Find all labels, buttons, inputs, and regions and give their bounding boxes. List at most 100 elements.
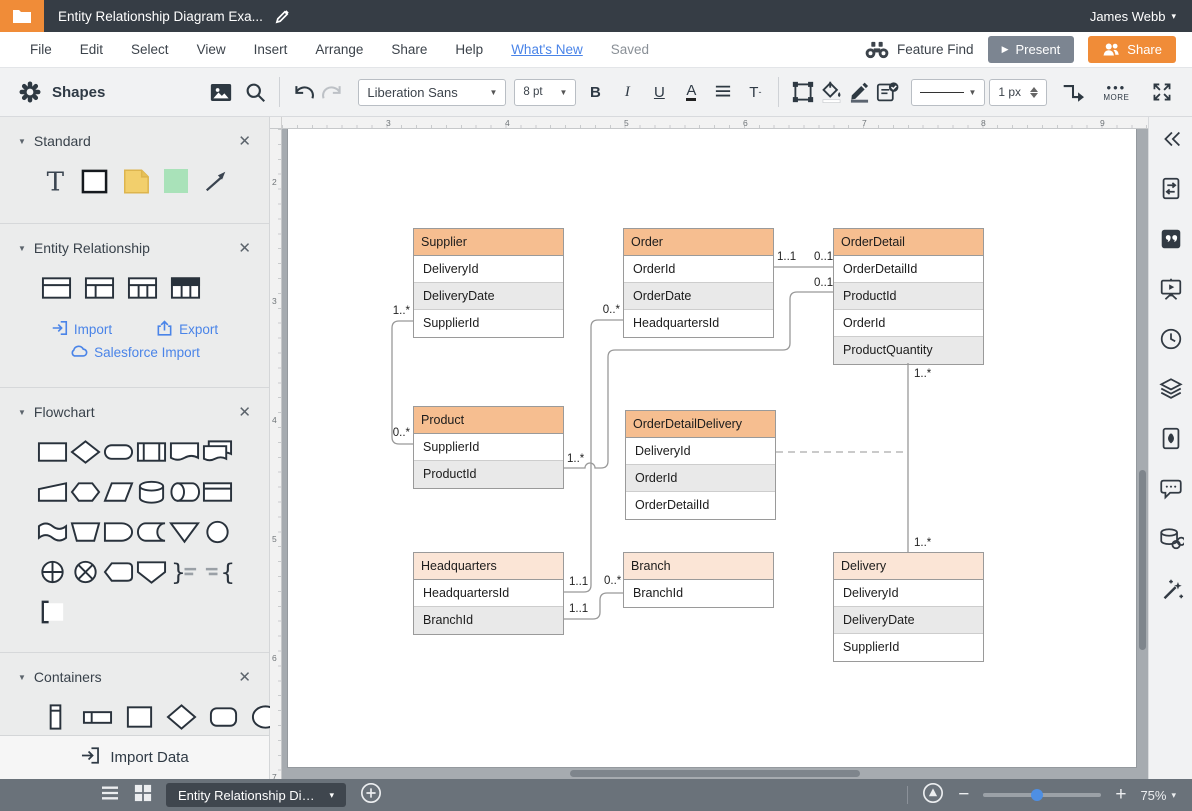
canvas[interactable]: SupplierDeliveryIdDeliveryDateSupplierId… xyxy=(282,129,1148,779)
comments-icon[interactable] xyxy=(1157,475,1185,503)
edit-title-button[interactable] xyxy=(275,9,290,24)
italic-button[interactable]: I xyxy=(614,79,640,105)
entity-order[interactable]: OrderOrderIdOrderDateHeadquartersId xyxy=(623,228,774,338)
entity-row[interactable]: OrderId xyxy=(834,310,983,337)
shape-document[interactable] xyxy=(169,438,201,466)
entity-supplier[interactable]: SupplierDeliveryIdDeliveryDateSupplierId xyxy=(413,228,564,338)
entity-product[interactable]: ProductSupplierIdProductId xyxy=(413,406,564,489)
menu-help[interactable]: Help xyxy=(441,42,497,57)
collapse-triangle-icon[interactable]: ▼ xyxy=(18,244,26,253)
connector-type-button[interactable] xyxy=(1059,78,1087,106)
present-button[interactable]: ▶ Present xyxy=(988,36,1075,63)
user-menu[interactable]: James Webb ▾ xyxy=(1090,9,1176,24)
shape-brace-right[interactable]: } xyxy=(169,558,201,586)
shape-note[interactable] xyxy=(121,167,151,195)
entity-row[interactable]: SupplierId xyxy=(414,434,563,461)
shape-er-entity-columns[interactable] xyxy=(169,274,201,302)
undo-button[interactable] xyxy=(290,78,318,106)
shape-diamond-container[interactable] xyxy=(166,703,197,731)
vertical-scrollbar[interactable] xyxy=(1139,470,1146,650)
underline-button[interactable]: U xyxy=(646,79,672,105)
entity-row[interactable]: HeadquartersId xyxy=(414,580,563,607)
close-icon[interactable]: ✕ xyxy=(238,132,251,150)
search-shapes-button[interactable] xyxy=(241,78,269,106)
shape-multiple-documents[interactable] xyxy=(202,438,234,466)
feature-find-button[interactable]: Feature Find xyxy=(864,40,974,60)
entity-row[interactable]: OrderDetailId xyxy=(626,492,775,519)
close-icon[interactable]: ✕ xyxy=(238,668,251,686)
entity-row[interactable]: DeliveryDate xyxy=(414,283,563,310)
shape-paper-tape[interactable] xyxy=(36,518,68,546)
entity-header[interactable]: OrderDetailDelivery xyxy=(626,411,775,438)
close-icon[interactable]: ✕ xyxy=(238,403,251,421)
present-icon[interactable] xyxy=(1157,275,1185,303)
close-icon[interactable]: ✕ xyxy=(238,239,251,257)
page-selector[interactable]: Entity Relationship Dia... ▾ xyxy=(166,783,346,807)
shape-preparation[interactable] xyxy=(69,478,101,506)
entity-header[interactable]: Supplier xyxy=(414,229,563,256)
add-page-button[interactable] xyxy=(360,782,382,809)
entity-header[interactable]: Order xyxy=(624,229,773,256)
entity-row[interactable]: OrderId xyxy=(624,256,773,283)
shape-connector[interactable] xyxy=(202,518,234,546)
menu-share[interactable]: Share xyxy=(377,42,441,57)
zoom-fit-button[interactable] xyxy=(922,782,944,809)
shape-delay[interactable] xyxy=(102,518,134,546)
line-width-stepper[interactable]: 1 px xyxy=(989,79,1047,106)
entity-row[interactable]: DeliveryId xyxy=(414,256,563,283)
magic-wand-icon[interactable] xyxy=(1157,575,1185,603)
shape-direct-access-storage[interactable] xyxy=(169,478,201,506)
insert-image-button[interactable] xyxy=(207,78,235,106)
entity-row[interactable]: SupplierId xyxy=(414,310,563,337)
stepper-arrows-icon[interactable] xyxy=(1030,87,1038,98)
layers-icon[interactable] xyxy=(1157,375,1185,403)
shape-text-bracket[interactable] xyxy=(36,598,68,626)
collapse-icon[interactable] xyxy=(1157,125,1185,153)
collapse-triangle-icon[interactable]: ▼ xyxy=(18,673,26,682)
entity-row[interactable]: HeadquartersId xyxy=(624,310,773,337)
zoom-slider[interactable] xyxy=(983,793,1101,797)
entity-header[interactable]: Delivery xyxy=(834,553,983,580)
shape-er-entity-attributes[interactable] xyxy=(126,274,158,302)
entity-row[interactable]: OrderDetailId xyxy=(834,256,983,283)
section-header[interactable]: ▼ Standard ✕ xyxy=(18,129,251,153)
shape-horizontal-container[interactable] xyxy=(82,703,113,731)
history-icon[interactable] xyxy=(1157,325,1185,353)
entity-header[interactable]: Branch xyxy=(624,553,773,580)
shape-manual-input[interactable] xyxy=(36,478,68,506)
entity-header[interactable]: Headquarters xyxy=(414,553,563,580)
entity-row[interactable]: ProductId xyxy=(414,461,563,488)
zoom-slider-thumb[interactable] xyxy=(1031,789,1043,801)
document-settings-icon[interactable] xyxy=(1157,175,1185,203)
shape-brace-left[interactable]: { xyxy=(202,558,234,586)
notes-icon[interactable] xyxy=(1157,225,1185,253)
import-link[interactable]: Import xyxy=(51,320,112,339)
section-header[interactable]: ▼ Flowchart ✕ xyxy=(18,400,251,424)
redo-button[interactable] xyxy=(318,78,346,106)
shape-vertical-container[interactable] xyxy=(40,703,71,731)
zoom-level-select[interactable]: 75% ▾ xyxy=(1140,788,1176,803)
entity-row[interactable]: DeliveryDate xyxy=(834,607,983,634)
horizontal-scrollbar[interactable] xyxy=(570,770,860,777)
shapes-toggle-button[interactable] xyxy=(16,78,44,106)
section-header[interactable]: ▼ Containers ✕ xyxy=(18,665,251,689)
entity-row[interactable]: ProductQuantity xyxy=(834,337,983,364)
bold-button[interactable]: B xyxy=(582,79,608,105)
shape-options-button[interactable] xyxy=(789,78,817,106)
menu-insert[interactable]: Insert xyxy=(240,42,302,57)
entity-header[interactable]: OrderDetail xyxy=(834,229,983,256)
shape-rectangle-container[interactable] xyxy=(124,703,155,731)
salesforce-import-link[interactable]: Salesforce Import xyxy=(69,343,200,361)
entity-row[interactable]: OrderId xyxy=(626,465,775,492)
entity-branch[interactable]: BranchBranchId xyxy=(623,552,774,608)
shape-merge[interactable] xyxy=(169,518,201,546)
menu-edit[interactable]: Edit xyxy=(66,42,117,57)
collapse-triangle-icon[interactable]: ▼ xyxy=(18,137,26,146)
more-tools-button[interactable]: ••• MORE xyxy=(1103,83,1129,102)
shape-data[interactable] xyxy=(102,478,134,506)
page-grid-button[interactable] xyxy=(134,784,152,807)
page-list-button[interactable] xyxy=(100,785,120,806)
fullscreen-button[interactable] xyxy=(1148,78,1176,106)
shape-predefined-process[interactable] xyxy=(136,438,168,466)
entity-delivery[interactable]: DeliveryDeliveryIdDeliveryDateSupplierId xyxy=(833,552,984,662)
